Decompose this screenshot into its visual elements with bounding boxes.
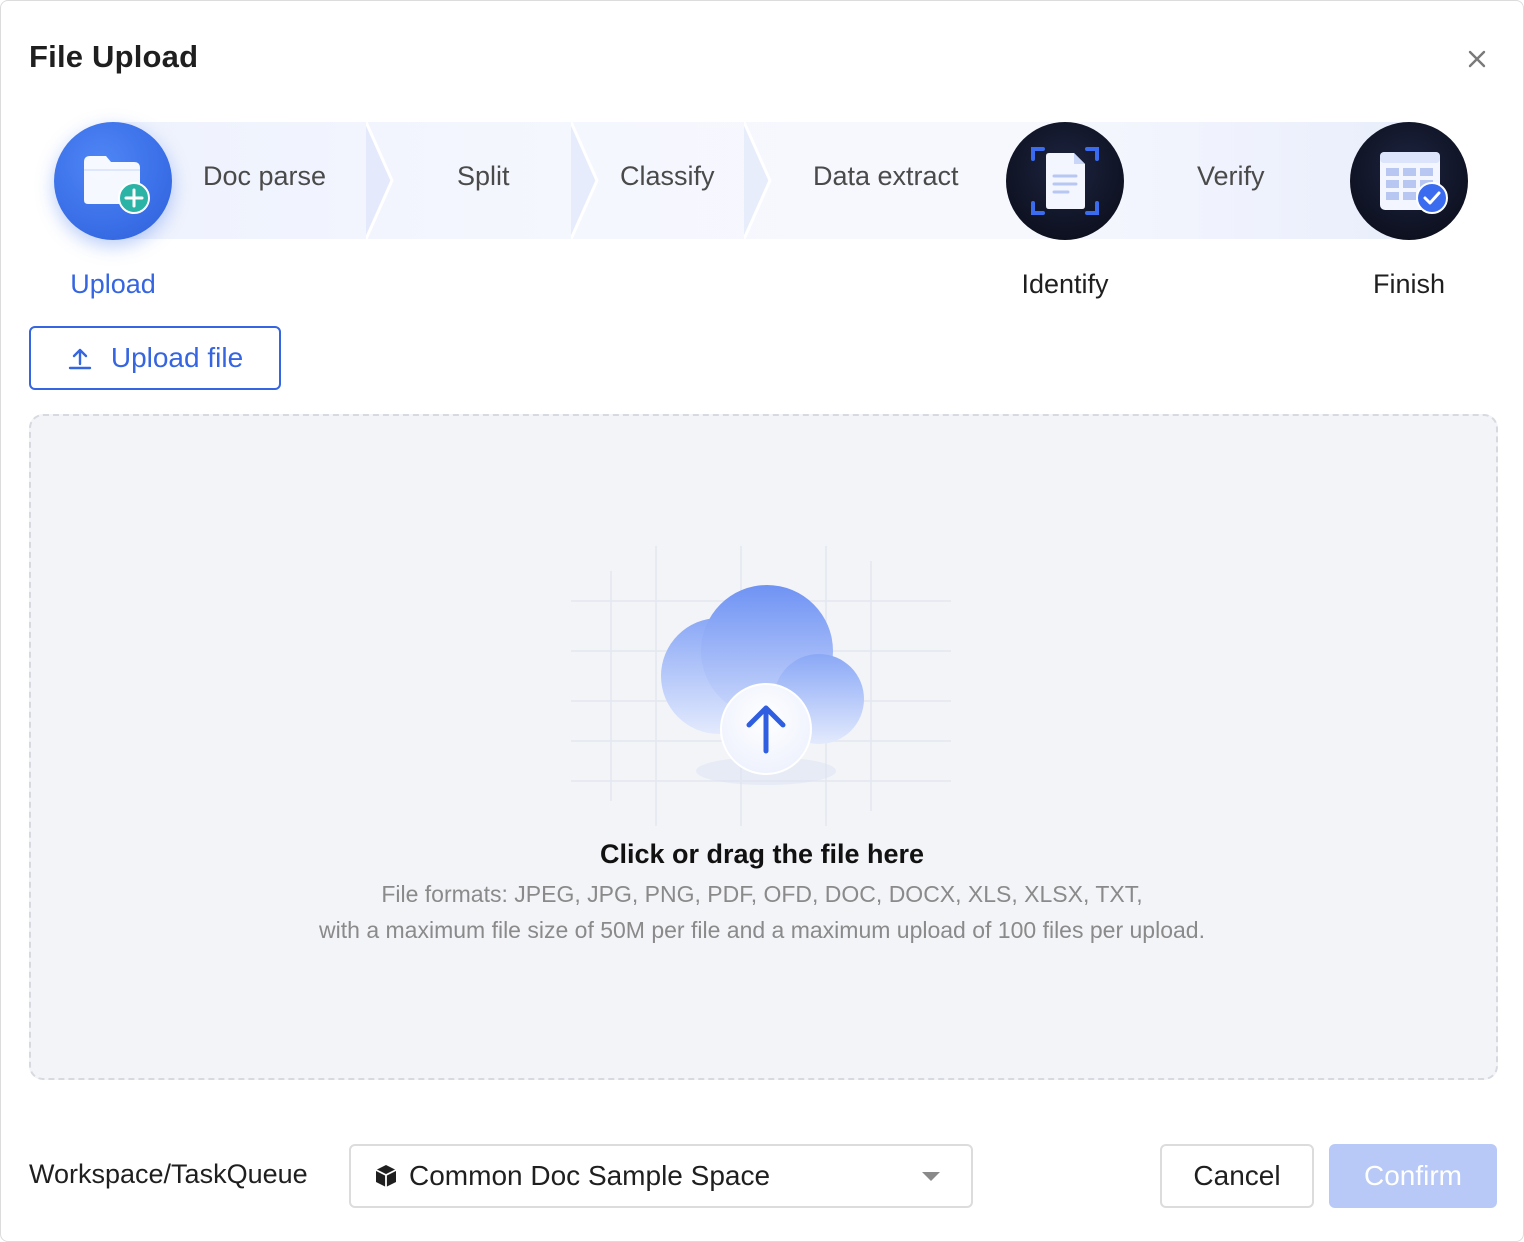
- cloud-upload-icon: [571, 546, 951, 826]
- step-separator: [571, 122, 599, 239]
- step-verify: Verify: [1197, 161, 1265, 191]
- dropzone-formats: File formats: JPEG, JPG, PNG, PDF, OFD, …: [381, 881, 1143, 907]
- close-icon[interactable]: [1459, 41, 1495, 77]
- upload-icon: [68, 348, 92, 370]
- step-upload: [54, 122, 172, 240]
- step-separator: [366, 122, 394, 239]
- caret-down-icon: [922, 1172, 940, 1181]
- workspace-select[interactable]: Common Doc Sample Space: [349, 1144, 973, 1208]
- document-scan-icon: [1031, 147, 1099, 215]
- table-check-icon: [1380, 152, 1448, 214]
- step-finish: [1350, 122, 1468, 240]
- step-label-finish: Finish: [1372, 269, 1446, 299]
- confirm-button[interactable]: Confirm: [1329, 1144, 1497, 1208]
- step-label-identify: Identify: [1021, 269, 1109, 299]
- workspace-value: Common Doc Sample Space: [409, 1160, 771, 1191]
- folder-add-icon: [84, 156, 150, 214]
- step-data-extract: Data extract: [813, 161, 959, 191]
- file-upload-dialog: File Upload Doc parse Split Classify Dat…: [0, 0, 1524, 1242]
- cube-icon: [375, 1165, 397, 1187]
- step-separator: [744, 122, 772, 239]
- upload-file-button[interactable]: Upload file: [29, 326, 281, 390]
- dialog-title: File Upload: [29, 39, 199, 74]
- cancel-button[interactable]: Cancel: [1160, 1144, 1314, 1208]
- dropzone-title: Click or drag the file here: [599, 839, 925, 869]
- dropzone-limits: with a maximum file size of 50M per file…: [319, 917, 1205, 943]
- step-identify: [1006, 122, 1124, 240]
- step-split: Split: [457, 161, 510, 191]
- step-classify: Classify: [620, 161, 715, 191]
- step-doc-parse: Doc parse: [203, 161, 327, 191]
- step-label-upload: Upload: [70, 269, 156, 299]
- workspace-label: Workspace/TaskQueue: [29, 1159, 308, 1189]
- upload-file-label: Upload file: [110, 342, 244, 373]
